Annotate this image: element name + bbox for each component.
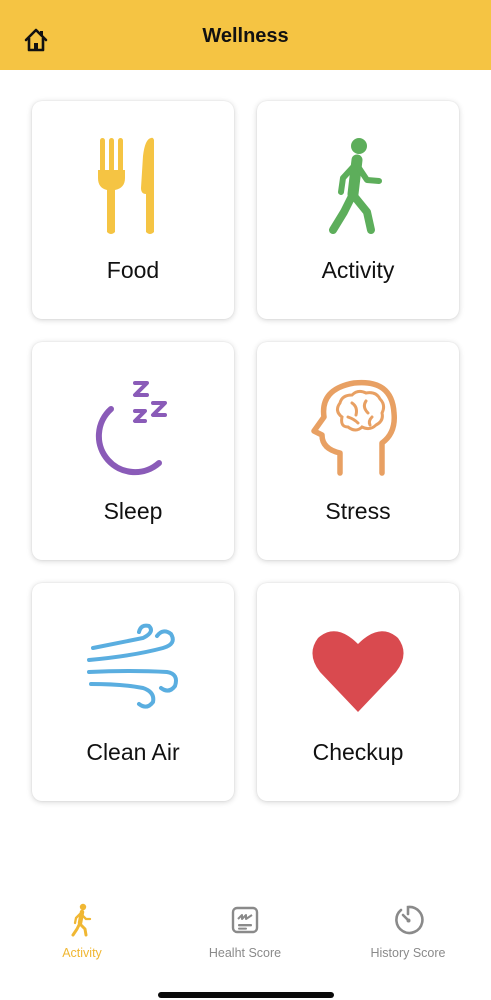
tile-checkup[interactable]: Checkup [257,583,459,801]
tile-label: Checkup [312,739,404,765]
tab-label: History Score [370,946,446,960]
tile-label: Stress [325,498,391,524]
bottom-tab-bar: Activity Healht Score History Score [0,890,491,1000]
tile-food[interactable]: Food [32,101,234,319]
tab-label: Activity [62,946,102,960]
tile-sleep[interactable]: Sleep [32,342,234,560]
tile-label: Food [106,257,160,283]
head-brain-icon [257,372,459,482]
wellness-screen: Wellness Food Activity Sleep Stress Clea… [0,0,491,1000]
home-icon [24,28,48,52]
heart-icon [257,613,459,723]
header-bar: Wellness [0,0,491,70]
home-indicator [158,992,334,998]
timer-icon [391,900,425,940]
moon-zzz-icon [32,372,234,482]
tab-activity[interactable]: Activity [17,900,147,970]
tile-activity[interactable]: Activity [257,101,459,319]
walking-person-icon [257,131,459,241]
tile-label: Sleep [103,498,163,524]
fork-knife-icon [32,131,234,241]
home-button[interactable] [22,26,50,54]
tile-label: Activity [321,257,395,283]
page-title: Wellness [202,24,289,47]
tile-stress[interactable]: Stress [257,342,459,560]
tile-label: Clean Air [86,739,180,765]
walking-person-icon [65,900,99,940]
tab-history-score[interactable]: History Score [343,900,473,970]
wind-icon [32,613,234,723]
tile-clean-air[interactable]: Clean Air [32,583,234,801]
tab-label: Healht Score [208,946,282,960]
tab-health-score[interactable]: Healht Score [180,900,310,970]
score-card-icon [228,900,262,940]
